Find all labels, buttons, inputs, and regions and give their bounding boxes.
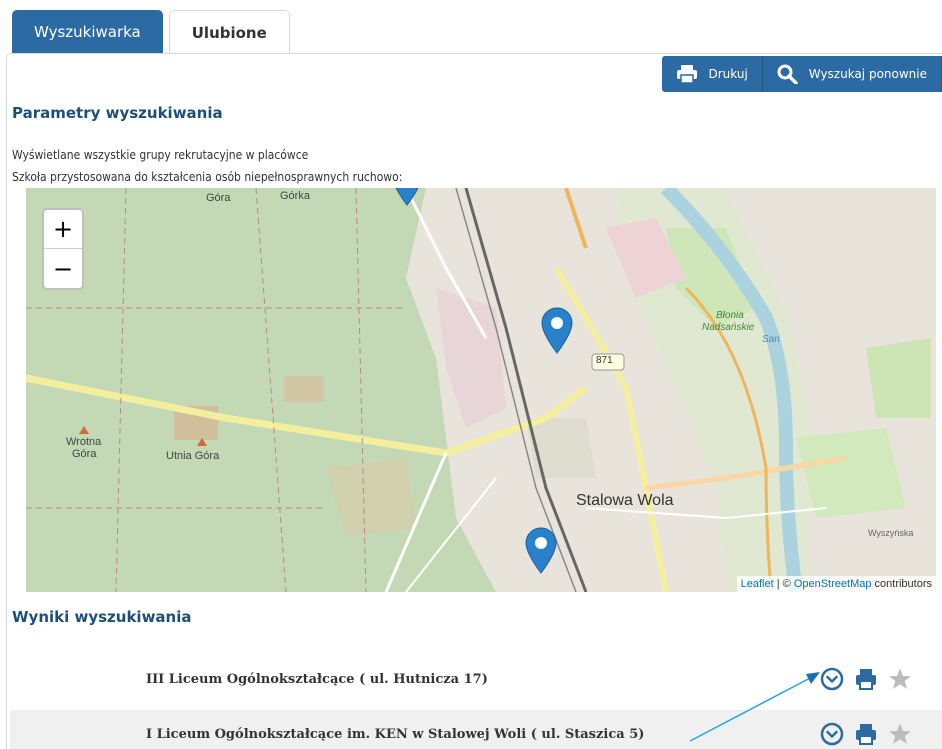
result-actions xyxy=(820,722,912,746)
map-label-road-871: 871 xyxy=(596,355,613,366)
params-line-accessibility: Szkoła przystosowana do kształcenia osób… xyxy=(12,170,403,184)
tab-search[interactable]: Wyszukiwarka xyxy=(12,10,163,54)
favorite-star-icon[interactable] xyxy=(888,667,912,691)
search-icon xyxy=(777,64,799,85)
details-chevron-icon[interactable] xyxy=(820,667,844,691)
map-marker-icon xyxy=(395,188,419,206)
toolbar: Drukuj Wyszukaj ponownie xyxy=(662,56,942,92)
map-marker-icon xyxy=(525,527,557,574)
search-again-button-label: Wyszukaj ponownie xyxy=(808,67,927,81)
map-marker[interactable] xyxy=(524,526,558,574)
result-school-name[interactable]: I Liceum Ogólnokształcące im. KEN w Stal… xyxy=(146,727,644,742)
zoom-control: + − xyxy=(42,208,84,290)
osm-link[interactable]: OpenStreetMap xyxy=(794,578,872,590)
result-actions xyxy=(820,667,912,691)
map-label-san: San xyxy=(762,334,780,345)
zoom-out-button[interactable]: − xyxy=(44,249,82,288)
printer-icon[interactable] xyxy=(854,722,878,746)
favorite-star-icon[interactable] xyxy=(888,722,912,746)
result-school-name[interactable]: III Liceum Ogólnokształcące ( ul. Hutnic… xyxy=(146,672,488,687)
map[interactable]: Góra Górka Wrotna Góra Utnia Góra Błonia… xyxy=(26,188,936,592)
map-marker[interactable] xyxy=(390,188,424,206)
details-chevron-icon[interactable] xyxy=(820,722,844,746)
map-attribution: Leaflet | © OpenStreetMap contributors xyxy=(736,576,936,592)
zoom-in-button[interactable]: + xyxy=(44,210,82,249)
map-label-city: Stalowa Wola xyxy=(576,492,674,509)
map-label-blonia: Błonia xyxy=(716,310,744,321)
search-again-button[interactable]: Wyszukaj ponownie xyxy=(762,56,942,92)
map-label-utnia: Utnia Góra xyxy=(166,450,220,462)
map-label-gorka: Górka xyxy=(280,190,310,202)
attribution-contributors: contributors xyxy=(871,578,932,590)
printer-icon[interactable] xyxy=(854,667,878,691)
print-button-label: Drukuj xyxy=(708,67,748,81)
map-tiles xyxy=(26,188,936,592)
leaflet-link[interactable]: Leaflet xyxy=(741,578,774,590)
tab-bar: Wyszukiwarka Ulubione xyxy=(12,10,290,54)
print-button[interactable]: Drukuj xyxy=(662,56,763,92)
search-params-heading: Parametry wyszukiwania xyxy=(12,104,223,122)
map-label-gora: Góra xyxy=(206,192,231,204)
map-marker[interactable] xyxy=(540,306,574,354)
printer-icon xyxy=(676,64,698,84)
tab-favorites[interactable]: Ulubione xyxy=(168,10,290,54)
map-label-wrotna-gora: Góra xyxy=(72,448,97,460)
attribution-separator: | © xyxy=(773,578,794,590)
map-label-nadsanskie: Nadsańskie xyxy=(702,322,755,333)
result-row: I Liceum Ogólnokształcące im. KEN w Stal… xyxy=(10,710,942,749)
map-label-wrotna: Wrotna xyxy=(66,436,102,448)
map-label-street: Wyszyńska xyxy=(868,528,914,538)
params-line-groups: Wyświetlane wszystkie grupy rekrutacyjne… xyxy=(12,148,309,162)
search-results-heading: Wyniki wyszukiwania xyxy=(12,608,192,626)
map-marker-icon xyxy=(541,307,573,354)
result-row: III Liceum Ogólnokształcące ( ul. Hutnic… xyxy=(10,655,942,703)
